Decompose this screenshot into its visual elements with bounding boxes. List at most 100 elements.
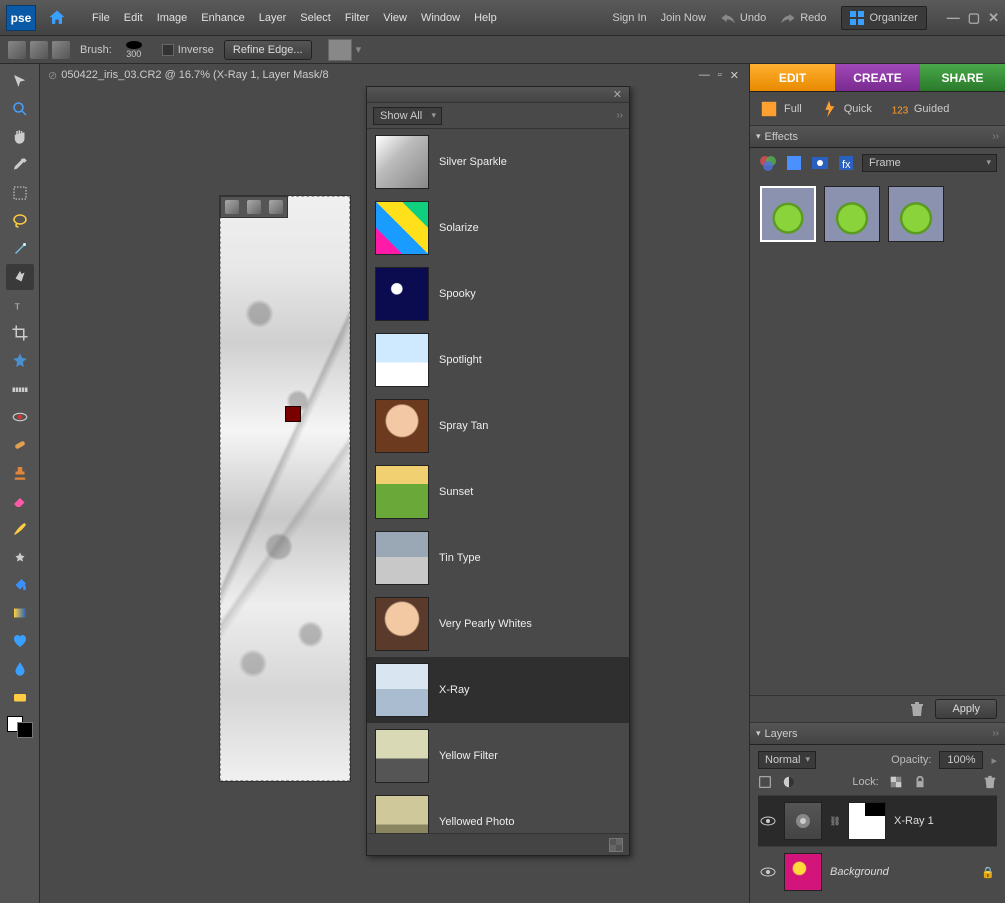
refine-edge-button[interactable]: Refine Edge... [224,40,312,60]
lasso-tool[interactable] [6,208,34,234]
gradient-tool[interactable] [6,600,34,626]
apply-button[interactable]: Apply [935,699,997,719]
lock-transparent-icon[interactable] [889,775,903,789]
crop-tool[interactable] [6,320,34,346]
effect-thumb-3[interactable] [888,186,944,242]
preset-item[interactable]: Spooky [367,261,629,327]
effects-category-select[interactable]: Frame [862,154,997,172]
magic-wand-tool[interactable] [6,236,34,262]
doc-restore-icon[interactable]: ▫ [718,69,722,82]
brush-size-control[interactable]: 300 [126,41,142,59]
inverse-checkbox[interactable] [162,44,174,56]
maximize-icon[interactable]: ▢ [968,10,980,26]
close-icon[interactable]: ✕ [988,10,999,26]
doc-close-icon[interactable]: ✕ [730,69,739,82]
preset-item[interactable]: Tin Type [367,525,629,591]
trash-icon[interactable] [909,701,925,717]
tab-edit[interactable]: EDIT [750,64,835,91]
blend-mode-select[interactable]: Normal [758,751,816,769]
adjustment-layer-icon[interactable] [782,775,796,789]
brush-preset-c[interactable] [52,41,70,59]
menu-select[interactable]: Select [300,12,331,24]
brush-preset-b[interactable] [30,41,48,59]
fx-photo-effects-icon[interactable] [810,154,830,172]
fx-filters-icon[interactable] [758,154,778,172]
blur-tool[interactable] [6,656,34,682]
document-tab[interactable]: ⊘ 050422_iris_03.CR2 @ 16.7% (X-Ray 1, L… [40,64,749,86]
menu-window[interactable]: Window [421,12,460,24]
preset-item[interactable]: Spray Tan [367,393,629,459]
quick-select-tool[interactable] [6,264,34,290]
layer-thumb[interactable] [784,853,822,891]
redo-button[interactable]: Redo [780,12,826,24]
grid-view-icon[interactable] [609,838,623,852]
menu-help[interactable]: Help [474,12,497,24]
app-logo[interactable]: pse [6,5,36,31]
layers-panel-header[interactable]: ▾Layers›› [750,723,1005,745]
layer-mask-thumb[interactable] [848,802,886,840]
layer-row[interactable]: Background🔒 [758,846,997,897]
cookie-cutter-tool[interactable] [6,348,34,374]
sponge-tool[interactable] [6,684,34,710]
tab-create[interactable]: CREATE [835,64,920,91]
preset-item[interactable]: Solarize [367,195,629,261]
menu-file[interactable]: File [92,12,110,24]
menu-view[interactable]: View [383,12,407,24]
menu-filter[interactable]: Filter [345,12,369,24]
new-layer-icon[interactable] [758,775,772,789]
menu-image[interactable]: Image [157,12,188,24]
visibility-icon[interactable] [760,813,776,829]
healing-tool[interactable] [6,432,34,458]
link-icon[interactable]: ⛓ [830,811,840,831]
eraser-tool[interactable] [6,488,34,514]
smart-filter-select[interactable]: Show All [373,107,442,125]
preset-item[interactable]: Silver Sparkle [367,129,629,195]
preset-item[interactable]: X-Ray [367,657,629,723]
sign-in-link[interactable]: Sign In [612,12,646,24]
effect-thumb-2[interactable] [824,186,880,242]
fx-all-icon[interactable]: fx [836,154,856,172]
layer-row[interactable]: ⛓X-Ray 1 [758,795,997,846]
menu-edit[interactable]: Edit [124,12,143,24]
lock-all-icon[interactable] [913,775,927,789]
menu-layer[interactable]: Layer [259,12,287,24]
brush-preset-a[interactable] [8,41,26,59]
color-swatches[interactable] [7,716,33,738]
panel-expand-icon[interactable]: ›› [616,110,623,121]
preset-list[interactable]: Silver SparkleSolarizeSpookySpotlightSpr… [367,129,629,833]
marquee-tool[interactable] [6,180,34,206]
panel-close-icon[interactable]: ✕ [610,88,625,101]
effect-thumb-1[interactable] [760,186,816,242]
menu-enhance[interactable]: Enhance [201,12,244,24]
doc-minimize-icon[interactable]: — [699,69,710,82]
smart-brush-tool[interactable] [6,544,34,570]
home-button[interactable] [42,5,72,31]
move-tool[interactable] [6,68,34,94]
join-now-link[interactable]: Join Now [661,12,706,24]
stamp-tool[interactable] [6,460,34,486]
organizer-button[interactable]: Organizer [841,6,927,30]
opacity-value[interactable]: 100% [939,751,983,769]
preset-item[interactable]: Spotlight [367,327,629,393]
brush-tool[interactable] [6,516,34,542]
preset-item[interactable]: Very Pearly Whites [367,591,629,657]
mode-guided[interactable]: 123Guided [890,100,949,118]
option-thumb[interactable] [328,39,352,61]
preset-item[interactable]: Sunset [367,459,629,525]
preset-item[interactable]: Yellowed Photo [367,789,629,833]
paint-bucket-tool[interactable] [6,572,34,598]
smart-brush-overlay[interactable] [220,196,288,218]
undo-button[interactable]: Undo [720,12,766,24]
effects-panel-header[interactable]: ▾Effects›› [750,126,1005,148]
straighten-tool[interactable] [6,376,34,402]
minimize-icon[interactable]: — [947,10,960,26]
tab-share[interactable]: SHARE [920,64,1005,91]
layer-thumb[interactable] [784,802,822,840]
hand-tool[interactable] [6,124,34,150]
shape-tool[interactable] [6,628,34,654]
zoom-tool[interactable] [6,96,34,122]
preset-item[interactable]: Yellow Filter [367,723,629,789]
canvas[interactable]: ✕ Show All ›› Silver SparkleSolarizeSpoo… [40,86,749,903]
eyedropper-tool[interactable] [6,152,34,178]
mode-quick[interactable]: Quick [820,100,872,118]
